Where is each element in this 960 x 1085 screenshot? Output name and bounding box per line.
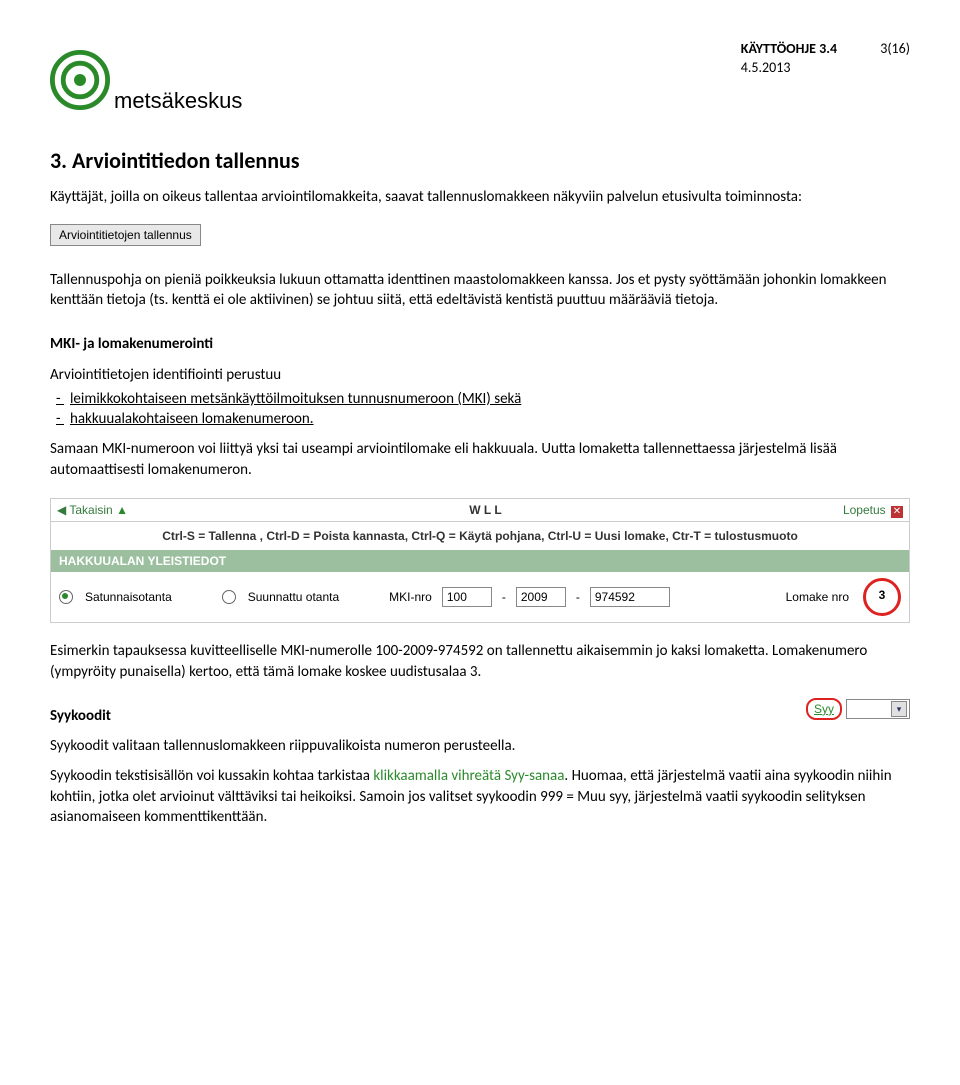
form-row: Satunnaisotanta Suunnattu otanta MKI-nro… [51,572,909,622]
syy-line1: Syykoodit valitaan tallennuslomakkeen ri… [50,736,910,756]
doc-date: 4.5.2013 [741,59,910,78]
save-data-button[interactable]: Arviointitietojen tallennus [50,224,201,246]
shortcuts-hint: Ctrl-S = Tallenna , Ctrl-D = Poista kann… [51,522,909,550]
section-bar: HAKKUUALAN YLEISTIEDOT [51,550,909,572]
arrow-left-icon: ◀ [57,503,66,517]
radio-random-sampling[interactable] [59,590,73,604]
mki-input-2[interactable]: 2009 [516,587,566,607]
chevron-down-icon: ▾ [891,701,907,717]
lomake-number-circled: 3 [863,578,901,616]
syy-select[interactable]: ▾ [846,699,910,719]
logout-link[interactable]: Lopetus ✕ [843,502,903,518]
back-label: Takaisin [69,503,112,517]
syy-subheading: Syykoodit [50,706,910,726]
mki-bullet-list: leimikkokohtaiseen metsänkäyttöilmoituks… [50,389,910,430]
form-screenshot: ◀ Takaisin ▲ W L L Lopetus ✕ Ctrl-S = Ta… [50,498,910,624]
radio-label: Suunnattu otanta [248,589,339,605]
close-icon: ✕ [891,506,903,518]
mki-input-3[interactable]: 974592 [590,587,670,607]
logo-area: metsäkeskus [50,50,242,116]
page-number: 3(16) [880,40,910,57]
mki-paragraph: Samaan MKI-numeroon voi liittyä yksi tai… [50,439,910,480]
mki-nro-label: MKI-nro [389,589,432,605]
logout-label: Lopetus [843,503,886,517]
green-syy-text: klikkaamalla vihreätä Syy-sanaa [373,767,564,785]
lomake-nro-label: Lomake nro [786,589,849,605]
sep: - [576,589,580,605]
wll-label: W L L [469,502,501,518]
radio-label: Satunnaisotanta [85,589,172,605]
sep: - [502,589,506,605]
radio-directed-sampling[interactable] [222,590,236,604]
back-link[interactable]: ◀ Takaisin ▲ [57,502,128,518]
arrow-up-icon: ▲ [116,503,128,517]
doc-title: KÄYTTÖOHJE 3.4 [741,40,837,59]
example-paragraph: Esimerkin tapauksessa kuvitteelliselle M… [50,641,910,682]
section-heading: 3. Arviointitiedon tallennus [50,146,910,176]
syy-dropdown-screenshot: Syy ▾ [806,698,910,720]
mki-input-1[interactable]: 100 [442,587,492,607]
mki-subheading: MKI- ja lomakenumerointi [50,334,910,354]
page-header: metsäkeskus KÄYTTÖOHJE 3.4 3(16) 4.5.201… [50,40,910,116]
metsakeskus-logo-icon [50,50,110,110]
syy-paragraph: Syykoodin tekstisisällön voi kussakin ko… [50,766,910,827]
syy-link[interactable]: Syy [806,698,842,720]
intro-paragraph: Käyttäjät, joilla on oikeus tallentaa ar… [50,187,910,207]
list-item: leimikkokohtaiseen metsänkäyttöilmoituks… [74,389,910,409]
mki-intro-line: Arviointitietojen identifiointi perustuu [50,365,910,385]
brand-name: metsäkeskus [114,86,242,116]
list-item: hakkuualakohtaiseen lomakenumeroon. [74,409,910,429]
paragraph-2: Tallennuspohja on pieniä poikkeuksia luk… [50,270,910,311]
header-meta: KÄYTTÖOHJE 3.4 3(16) 4.5.2013 [741,40,910,78]
text-fragment: Syykoodin tekstisisällön voi kussakin ko… [50,767,373,785]
